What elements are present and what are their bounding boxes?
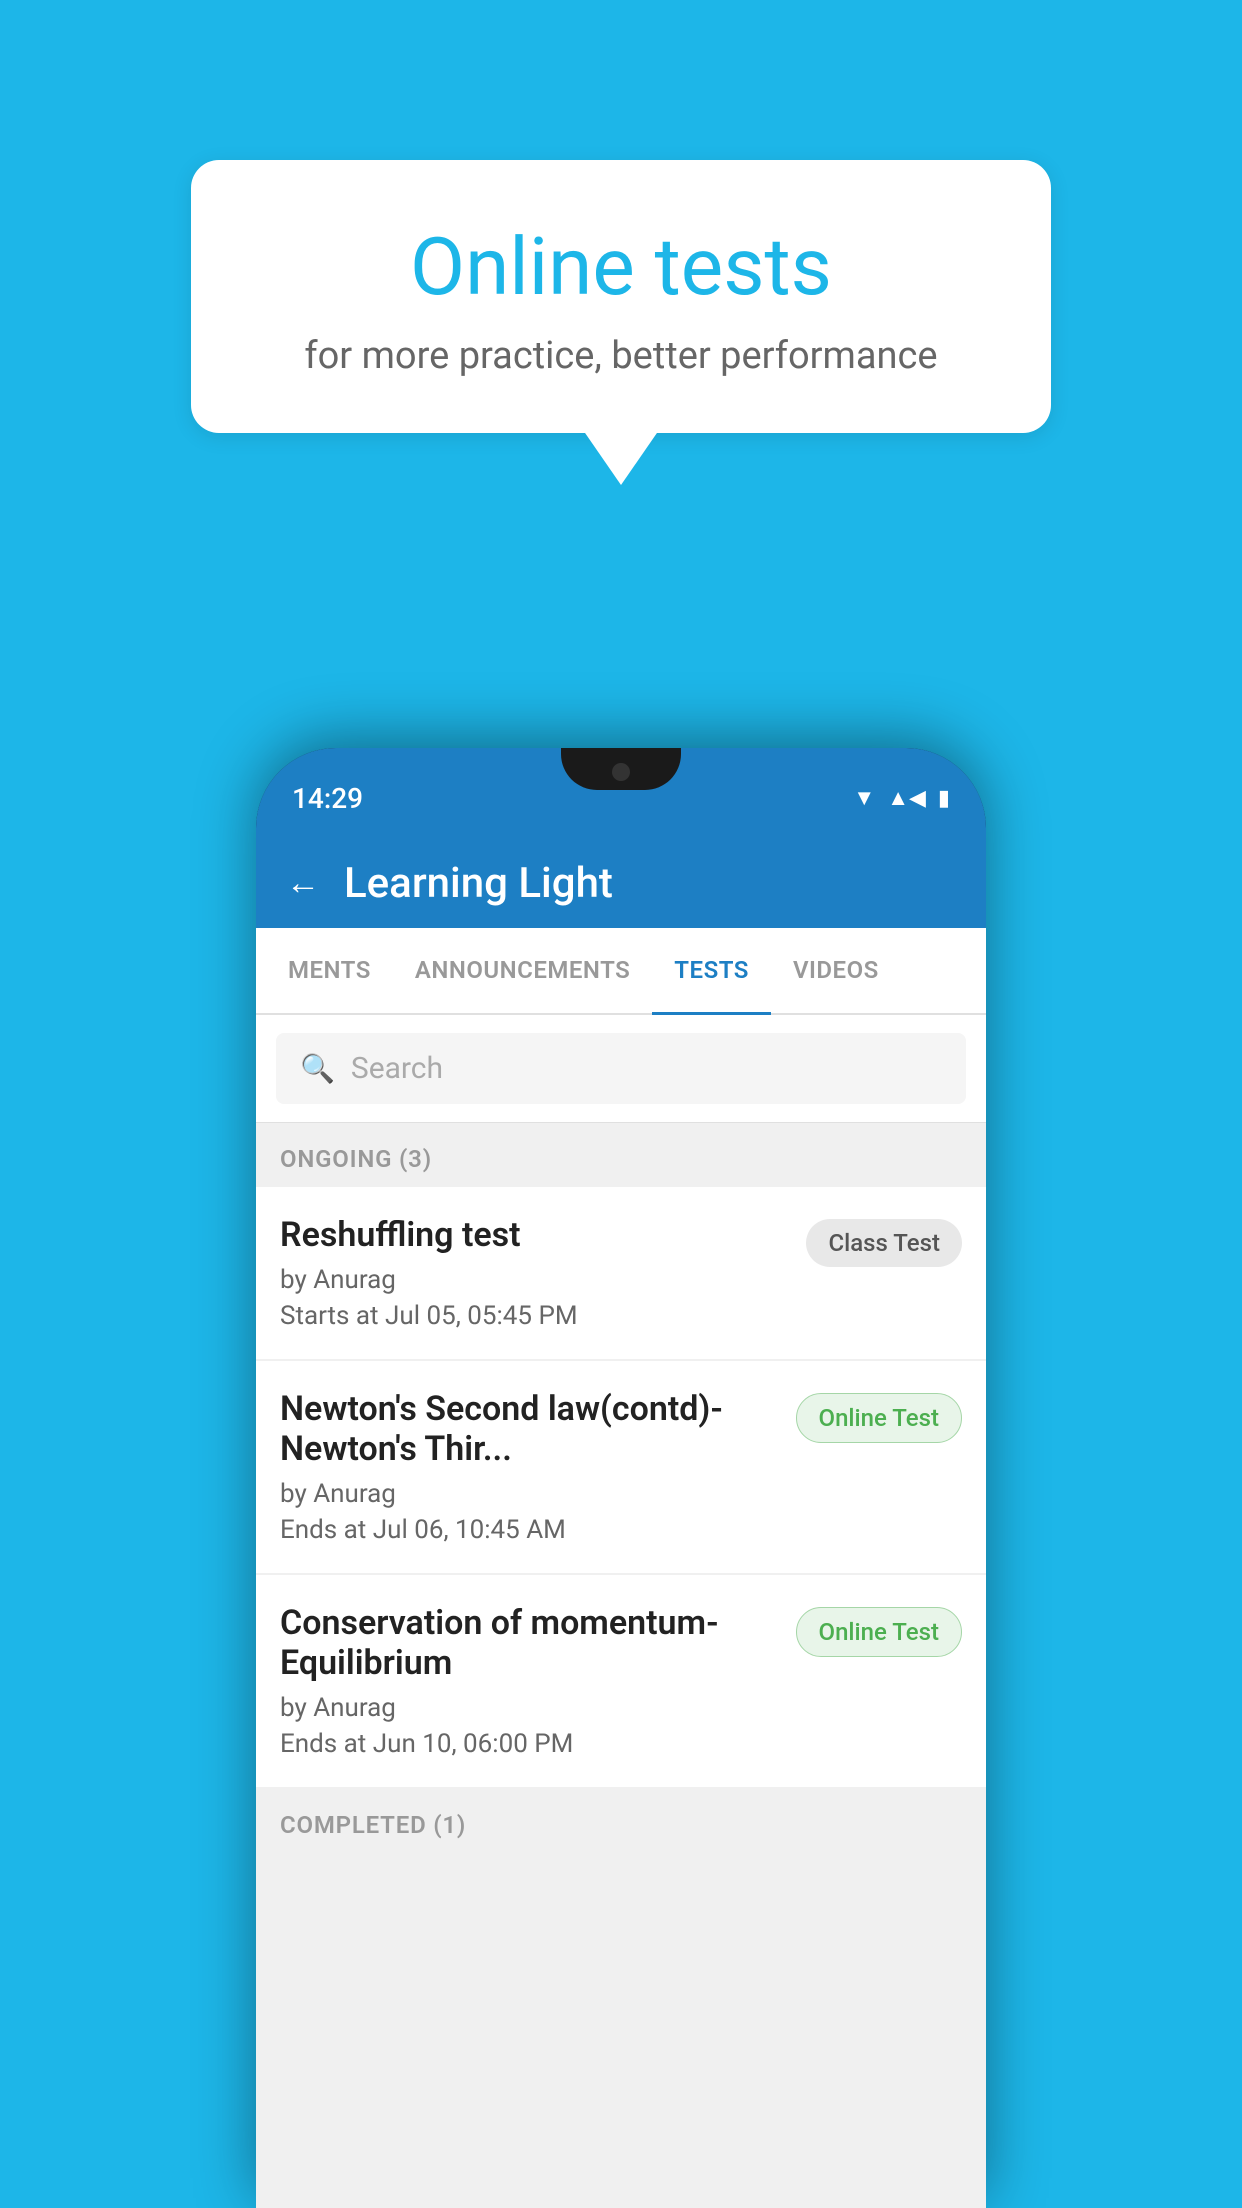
test-info-newtons: Newton's Second law(contd)-Newton's Thir… bbox=[280, 1389, 796, 1545]
time-label-newtons: Ends at bbox=[280, 1515, 366, 1545]
search-container: 🔍 Search bbox=[256, 1015, 986, 1123]
badge-newtons: Online Test bbox=[796, 1393, 962, 1443]
front-camera bbox=[612, 763, 630, 781]
app-header: ← Learning Light bbox=[256, 838, 986, 928]
ongoing-section-label: ONGOING (3) bbox=[256, 1123, 986, 1187]
phone-frame: 14:29 ▼ ▲◀ ▮ ← Learning Light MENTS ANNO… bbox=[256, 748, 986, 2208]
test-time-newtons: Ends at Jul 06, 10:45 AM bbox=[280, 1515, 776, 1545]
time-value-newtons: Jul 06, 10:45 AM bbox=[373, 1515, 566, 1545]
status-icons: ▼ ▲◀ ▮ bbox=[853, 785, 950, 811]
test-item-newtons[interactable]: Newton's Second law(contd)-Newton's Thir… bbox=[256, 1361, 986, 1573]
time-value-reshuffling: Jul 05, 05:45 PM bbox=[385, 1301, 578, 1331]
status-time: 14:29 bbox=[292, 782, 363, 815]
bubble-subtitle: for more practice, better performance bbox=[261, 334, 981, 378]
time-label-reshuffling: Starts at bbox=[280, 1301, 379, 1331]
wifi-icon: ▼ bbox=[853, 785, 875, 811]
test-author-conservation: by Anurag bbox=[280, 1693, 776, 1723]
time-label-conservation: Ends at bbox=[280, 1729, 366, 1759]
speech-bubble: Online tests for more practice, better p… bbox=[191, 160, 1051, 433]
badge-reshuffling: Class Test bbox=[806, 1219, 962, 1267]
search-bar[interactable]: 🔍 Search bbox=[276, 1033, 966, 1104]
tab-videos[interactable]: VIDEOS bbox=[771, 928, 901, 1015]
test-name-newtons: Newton's Second law(contd)-Newton's Thir… bbox=[280, 1389, 776, 1469]
tab-announcements[interactable]: ANNOUNCEMENTS bbox=[393, 928, 652, 1015]
test-time-conservation: Ends at Jun 10, 06:00 PM bbox=[280, 1729, 776, 1759]
time-value-conservation: Jun 10, 06:00 PM bbox=[373, 1729, 574, 1759]
test-item-reshuffling[interactable]: Reshuffling test by Anurag Starts at Jul… bbox=[256, 1187, 986, 1359]
back-button[interactable]: ← bbox=[286, 863, 320, 903]
search-placeholder: Search bbox=[351, 1051, 443, 1086]
status-bar: 14:29 ▼ ▲◀ ▮ bbox=[256, 748, 986, 838]
test-info-conservation: Conservation of momentum-Equilibrium by … bbox=[280, 1603, 796, 1759]
tab-tests[interactable]: TESTS bbox=[652, 928, 771, 1015]
search-icon: 🔍 bbox=[300, 1052, 335, 1085]
phone-screen: MENTS ANNOUNCEMENTS TESTS VIDEOS 🔍 Searc… bbox=[256, 928, 986, 2208]
test-time-reshuffling: Starts at Jul 05, 05:45 PM bbox=[280, 1301, 786, 1331]
test-author-reshuffling: by Anurag bbox=[280, 1265, 786, 1295]
tab-ments[interactable]: MENTS bbox=[266, 928, 393, 1015]
app-title: Learning Light bbox=[344, 859, 613, 908]
signal-icon: ▲◀ bbox=[887, 785, 926, 811]
test-info-reshuffling: Reshuffling test by Anurag Starts at Jul… bbox=[280, 1215, 806, 1331]
badge-conservation: Online Test bbox=[796, 1607, 962, 1657]
test-author-newtons: by Anurag bbox=[280, 1479, 776, 1509]
bubble-title: Online tests bbox=[261, 220, 981, 314]
test-item-conservation[interactable]: Conservation of momentum-Equilibrium by … bbox=[256, 1575, 986, 1787]
completed-section-label: COMPLETED (1) bbox=[256, 1789, 986, 1853]
notch bbox=[561, 748, 681, 790]
speech-bubble-container: Online tests for more practice, better p… bbox=[191, 160, 1051, 433]
test-name-reshuffling: Reshuffling test bbox=[280, 1215, 786, 1255]
test-name-conservation: Conservation of momentum-Equilibrium bbox=[280, 1603, 776, 1683]
tab-bar: MENTS ANNOUNCEMENTS TESTS VIDEOS bbox=[256, 928, 986, 1015]
battery-icon: ▮ bbox=[938, 786, 950, 811]
